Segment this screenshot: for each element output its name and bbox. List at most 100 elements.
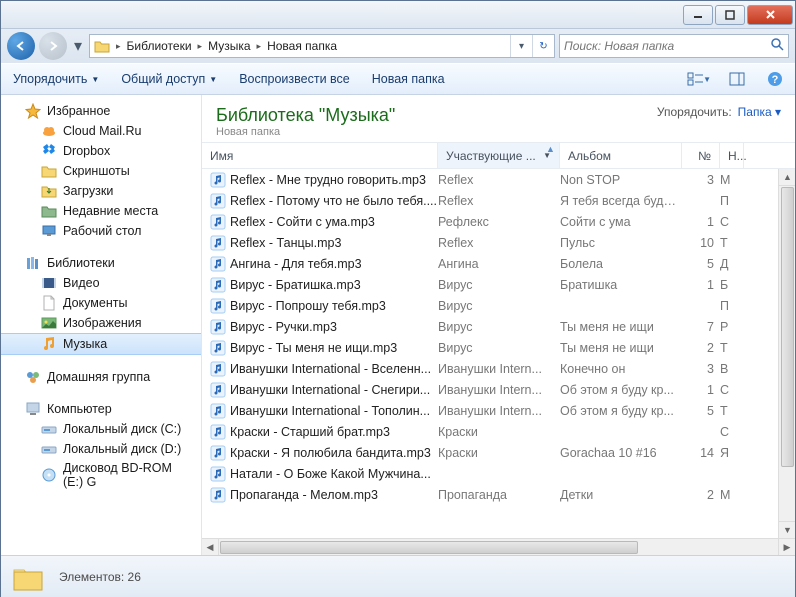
table-row[interactable]: Иванушки International - Вселенн...Ивану… [202,358,795,379]
col-artist[interactable]: Участвующие ...▼ [438,143,560,168]
homegroup-icon [25,369,41,385]
sidebar-item[interactable]: Рабочий стол [1,221,201,241]
download-icon [41,183,57,199]
file-list: Reflex - Мне трудно говорить.mp3ReflexNo… [202,169,795,538]
navbar: ▾ ▸ Библиотеки ▸ Музыка ▸ Новая папка ▾ … [1,29,795,63]
col-num[interactable]: № [682,143,720,168]
column-headers: ▲ Имя Участвующие ...▼ Альбом № Н... [202,143,795,169]
sidebar-item[interactable]: Изображения [1,313,201,333]
sidebar-item[interactable]: Дисковод BD-ROM (E:) G [1,459,201,491]
sidebar-item[interactable]: Недавние места [1,201,201,221]
library-title: Библиотека "Музыка" [216,105,395,126]
col-name[interactable]: Имя [202,143,438,168]
sidebar-item[interactable]: Загрузки [1,181,201,201]
drive-icon [41,441,57,457]
folder-icon [94,38,110,54]
table-row[interactable]: Краски - Я полюбила бандита.mp3КраскиGor… [202,442,795,463]
sidebar-item[interactable]: Локальный диск (D:) [1,439,201,459]
vertical-scrollbar[interactable]: ▲ ▼ [778,169,795,538]
close-button[interactable] [747,5,793,25]
scroll-thumb[interactable] [781,187,794,467]
scroll-thumb[interactable] [220,541,638,554]
table-row[interactable]: Иванушки International - Тополин...Ивану… [202,400,795,421]
star-icon [25,103,41,119]
sidebar-favorites[interactable]: Избранное [1,101,201,121]
search-box[interactable] [559,34,789,58]
address-bar[interactable]: ▸ Библиотеки ▸ Музыка ▸ Новая папка ▾ ↻ [89,34,555,58]
status-count: Элементов: 26 [59,570,141,584]
library-icon [25,255,41,271]
picture-icon [41,315,57,331]
refresh-button[interactable]: ↻ [532,35,554,57]
video-icon [41,275,57,291]
document-icon [41,295,57,311]
table-row[interactable]: Reflex - Танцы.mp3ReflexПульс10Т [202,232,795,253]
table-row[interactable]: Краски - Старший брат.mp3КраскиС [202,421,795,442]
breadcrumb-seg[interactable]: Библиотеки [123,35,196,57]
toolbar: Упорядочить▼ Общий доступ▼ Воспроизвести… [1,63,795,95]
music-icon [41,336,57,352]
titlebar [1,1,795,29]
share-button[interactable]: Общий доступ▼ [117,69,221,89]
dropbox-icon [41,143,57,159]
computer-icon [25,401,41,417]
table-row[interactable]: Вирус - Ручки.mp3ВирусТы меня не ищи7Р [202,316,795,337]
bd-rom-icon [41,467,57,483]
arrange-by[interactable]: Упорядочить: Папка ▾ [657,105,781,119]
horizontal-scrollbar[interactable]: ◀ ▶ [202,538,795,555]
table-row[interactable]: Вирус - Братишка.mp3ВирусБратишка1Б [202,274,795,295]
sidebar-item[interactable]: Cloud Mail.Ru [1,121,201,141]
maximize-button[interactable] [715,5,745,25]
sidebar-item[interactable]: Скриншоты [1,161,201,181]
address-dropdown[interactable]: ▾ [510,35,532,57]
organize-button[interactable]: Упорядочить▼ [9,69,103,89]
sort-indicator: ▲ [546,144,555,154]
scroll-down-button[interactable]: ▼ [779,521,795,538]
table-row[interactable]: Натали - О Боже Какой Мужчина... [202,463,795,484]
svg-text:?: ? [772,74,779,86]
preview-pane-button[interactable] [725,67,749,91]
view-button[interactable]: ▼ [687,67,711,91]
table-row[interactable]: Ангина - Для тебя.mp3АнгинаБолела5Д [202,253,795,274]
history-dropdown[interactable]: ▾ [71,36,85,56]
sidebar-homegroup[interactable]: Домашняя группа [1,367,201,387]
drive-icon [41,421,57,437]
table-row[interactable]: Reflex - Мне трудно говорить.mp3ReflexNo… [202,169,795,190]
sidebar-libraries[interactable]: Библиотеки [1,253,201,273]
play-all-button[interactable]: Воспроизвести все [235,69,354,89]
recent-icon [41,203,57,219]
sidebar: Избранное Cloud Mail.Ru Dropbox Скриншот… [1,95,202,555]
new-folder-button[interactable]: Новая папка [368,69,449,89]
table-row[interactable]: Reflex - Сойти с ума.mp3РефлексСойти с у… [202,211,795,232]
minimize-button[interactable] [683,5,713,25]
table-row[interactable]: Пропаганда - Мелом.mp3ПропагандаДетки2М [202,484,795,505]
scroll-left-button[interactable]: ◀ [202,539,219,555]
folder-icon [41,163,57,179]
cloud-icon [41,123,57,139]
scroll-right-button[interactable]: ▶ [778,539,795,555]
table-row[interactable]: Вирус - Ты меня не ищи.mp3ВирусТы меня н… [202,337,795,358]
table-row[interactable]: Reflex - Потому что не было тебя....Refl… [202,190,795,211]
help-button[interactable]: ? [763,67,787,91]
col-album[interactable]: Альбом [560,143,682,168]
explorer-window: ▾ ▸ Библиотеки ▸ Музыка ▸ Новая папка ▾ … [0,0,796,597]
back-button[interactable] [7,32,35,60]
sidebar-item-music[interactable]: Музыка [1,333,201,355]
table-row[interactable]: Иванушки International - Снегири...Ивану… [202,379,795,400]
search-icon [770,37,784,56]
breadcrumb-seg[interactable]: Новая папка [263,35,341,57]
sidebar-item[interactable]: Видео [1,273,201,293]
forward-button[interactable] [39,32,67,60]
breadcrumb-seg[interactable]: Музыка [204,35,254,57]
sidebar-item[interactable]: Dropbox [1,141,201,161]
col-n2[interactable]: Н... [720,143,744,168]
library-subtitle: Новая папка [216,126,395,138]
sidebar-item[interactable]: Документы [1,293,201,313]
sidebar-item[interactable]: Локальный диск (C:) [1,419,201,439]
sidebar-computer[interactable]: Компьютер [1,399,201,419]
main-pane: Библиотека "Музыка" Новая папка Упорядоч… [202,95,795,555]
table-row[interactable]: Вирус - Попрошу тебя.mp3ВирусП [202,295,795,316]
folder-icon [11,560,45,594]
search-input[interactable] [564,39,770,53]
scroll-up-button[interactable]: ▲ [779,169,795,186]
